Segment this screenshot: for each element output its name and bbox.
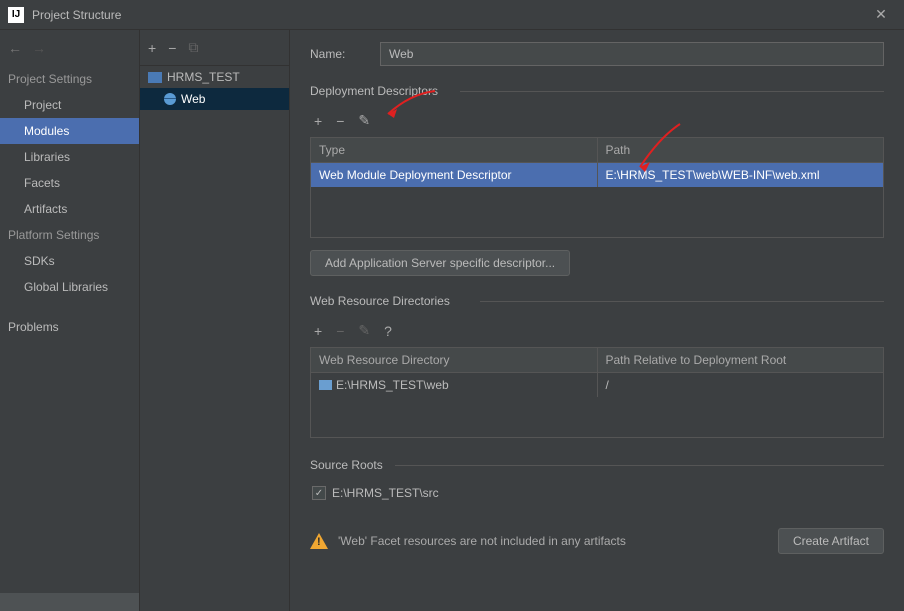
web-resources-row-dir-text: E:\HRMS_TEST\web [336,378,449,392]
source-root-path: E:\HRMS_TEST\src [332,486,439,500]
web-resources-row[interactable]: E:\HRMS_TEST\web / [311,373,883,397]
sidebar-item-facets[interactable]: Facets [0,170,139,196]
deployment-toolbar: + − ✎ [310,106,884,137]
copy-icon: ⧉ [188,39,198,56]
web-resources-col-rel: Path Relative to Deployment Root [597,348,884,372]
sidebar-item-problems[interactable]: Problems [0,314,139,340]
source-root-row[interactable]: ✓ E:\HRMS_TEST\src [310,480,884,506]
deployment-row[interactable]: Web Module Deployment Descriptor E:\HRMS… [311,163,883,187]
platform-settings-header: Platform Settings [0,222,139,248]
web-resources-section-label: Web Resource Directories [310,294,884,308]
web-resources-edit-icon: ✎ [358,322,370,339]
web-resources-add-icon[interactable]: + [314,323,322,339]
sidebar-item-libraries[interactable]: Libraries [0,144,139,170]
web-resources-toolbar: + − ✎ ? [310,316,884,347]
tree-facet-label: Web [181,92,205,106]
sidebar-item-modules[interactable]: Modules [0,118,139,144]
add-icon[interactable]: + [148,40,156,56]
add-server-descriptor-button[interactable]: Add Application Server specific descript… [310,250,570,276]
sidebar-item-sdks[interactable]: SDKs [0,248,139,274]
titlebar: IJ Project Structure ✕ [0,0,904,30]
project-settings-header: Project Settings [0,66,139,92]
deployment-row-path: E:\HRMS_TEST\web\WEB-INF\web.xml [597,163,884,187]
deployment-table: Type Path Web Module Deployment Descript… [310,137,884,238]
tree-facet-web[interactable]: Web [140,88,289,110]
web-resources-table: Web Resource Directory Path Relative to … [310,347,884,438]
source-roots-section-label: Source Roots [310,458,884,472]
content-panel: Name: Deployment Descriptors + − ✎ Type … [290,30,904,611]
web-resources-row-dir: E:\HRMS_TEST\web [311,373,597,397]
tree-module[interactable]: HRMS_TEST [140,66,289,88]
deployment-edit-icon[interactable]: ✎ [358,112,370,129]
deployment-empty-space [311,187,883,237]
app-icon: IJ [8,7,24,23]
deployment-row-type: Web Module Deployment Descriptor [311,163,597,187]
tree-module-label: HRMS_TEST [167,70,240,84]
back-arrow-icon[interactable]: ← [8,40,22,56]
deployment-add-icon[interactable]: + [314,113,322,129]
name-input[interactable] [380,42,884,66]
folder-icon [319,380,332,390]
remove-icon[interactable]: − [168,40,176,56]
web-resources-row-rel: / [597,373,884,397]
web-resources-table-header: Web Resource Directory Path Relative to … [311,348,883,373]
sidebar-item-artifacts[interactable]: Artifacts [0,196,139,222]
settings-sidebar: ← → Project Settings Project Modules Lib… [0,30,140,611]
deployment-remove-icon[interactable]: − [336,113,344,129]
sidebar-footer [0,593,139,611]
web-resources-help-icon[interactable]: ? [384,323,392,339]
web-resources-remove-icon: − [336,323,344,339]
warning-text: 'Web' Facet resources are not included i… [338,534,768,548]
tree-toolbar: + − ⧉ [140,30,289,66]
deployment-col-type: Type [311,138,597,162]
create-artifact-button[interactable]: Create Artifact [778,528,884,554]
nav-arrows: ← → [0,30,139,66]
window-title: Project Structure [32,8,866,22]
deployment-section-label: Deployment Descriptors [310,84,884,98]
web-resources-col-dir: Web Resource Directory [311,348,597,372]
sidebar-item-global-libraries[interactable]: Global Libraries [0,274,139,300]
deployment-col-path: Path [597,138,884,162]
deployment-table-header: Type Path [311,138,883,163]
sidebar-item-project[interactable]: Project [0,92,139,118]
forward-arrow-icon: → [32,40,46,56]
warning-row: 'Web' Facet resources are not included i… [310,518,884,554]
name-label: Name: [310,47,380,61]
web-icon [164,93,176,105]
web-resources-empty-space [311,397,883,437]
name-row: Name: [310,42,884,66]
close-button[interactable]: ✕ [866,0,896,30]
module-tree: + − ⧉ HRMS_TEST Web [140,30,290,611]
source-root-checkbox[interactable]: ✓ [312,486,326,500]
warning-icon [310,533,328,549]
module-folder-icon [148,72,162,83]
